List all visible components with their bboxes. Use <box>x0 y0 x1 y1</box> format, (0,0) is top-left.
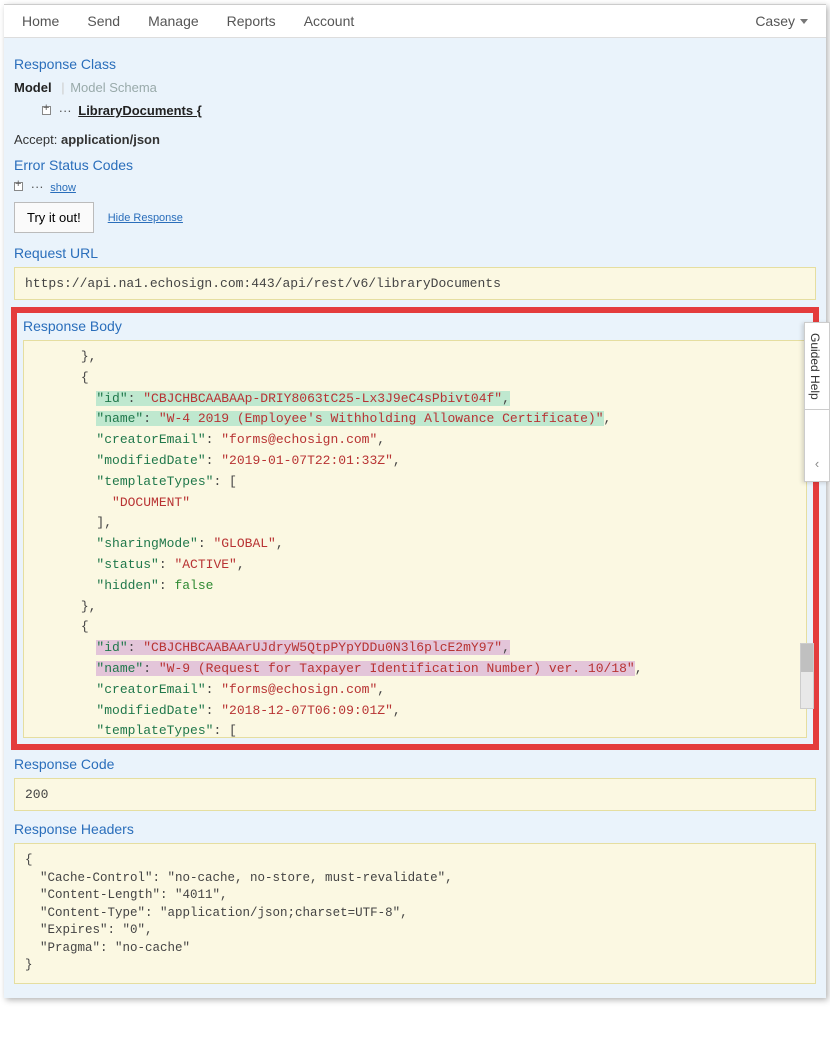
guided-help-panel[interactable]: Guided Help ‹ <box>804 322 830 482</box>
model-row: ··· LibraryDocuments { <box>42 103 816 118</box>
scrollbar[interactable] <box>800 643 814 709</box>
response-class-title: Response Class <box>14 56 816 72</box>
nav-home[interactable]: Home <box>22 13 59 29</box>
request-url-title: Request URL <box>14 245 816 261</box>
top-nav: Home Send Manage Reports Account Casey <box>4 5 826 38</box>
nav-account[interactable]: Account <box>304 13 355 29</box>
response-body-title: Response Body <box>23 318 807 334</box>
guided-help-label: Guided Help <box>805 323 825 409</box>
response-headers-box: { "Cache-Control": "no-cache, no-store, … <box>14 843 816 984</box>
show-link[interactable]: show <box>50 182 76 194</box>
model-name[interactable]: LibraryDocuments { <box>78 103 202 118</box>
response-code-box: 200 <box>14 778 816 811</box>
scrollbar-thumb[interactable] <box>801 644 813 672</box>
user-name: Casey <box>755 13 795 29</box>
response-body-box[interactable]: }, { "id": "CBJCHBCAABAAp-DRIY8063tC25-L… <box>23 340 807 738</box>
hide-response-link[interactable]: Hide Response <box>108 212 183 224</box>
tab-model[interactable]: Model <box>14 78 52 97</box>
nav-manage[interactable]: Manage <box>148 13 199 29</box>
expand-icon[interactable] <box>14 182 23 191</box>
expand-icon[interactable] <box>42 106 51 115</box>
status-codes-row: ··· show <box>14 179 816 194</box>
try-it-out-button[interactable]: Try it out! <box>14 202 94 233</box>
chevron-left-icon[interactable]: ‹ <box>815 456 819 471</box>
chevron-down-icon <box>800 19 808 24</box>
nav-send[interactable]: Send <box>87 13 120 29</box>
response-body-section: Response Body }, { "id": "CBJCHBCAABAAp-… <box>11 307 819 750</box>
response-class-tabs: Model | Model Schema <box>14 78 816 97</box>
error-status-title: Error Status Codes <box>14 157 816 173</box>
response-headers-title: Response Headers <box>14 821 816 837</box>
request-url-box: https://api.na1.echosign.com:443/api/res… <box>14 267 816 300</box>
nav-reports[interactable]: Reports <box>227 13 276 29</box>
user-menu[interactable]: Casey <box>755 13 808 29</box>
try-row: Try it out! Hide Response <box>14 202 816 233</box>
tab-model-schema[interactable]: Model Schema <box>70 78 157 97</box>
accept-value: application/json <box>61 132 160 147</box>
response-code-title: Response Code <box>14 756 816 772</box>
accept-line: Accept: application/json <box>14 132 816 147</box>
